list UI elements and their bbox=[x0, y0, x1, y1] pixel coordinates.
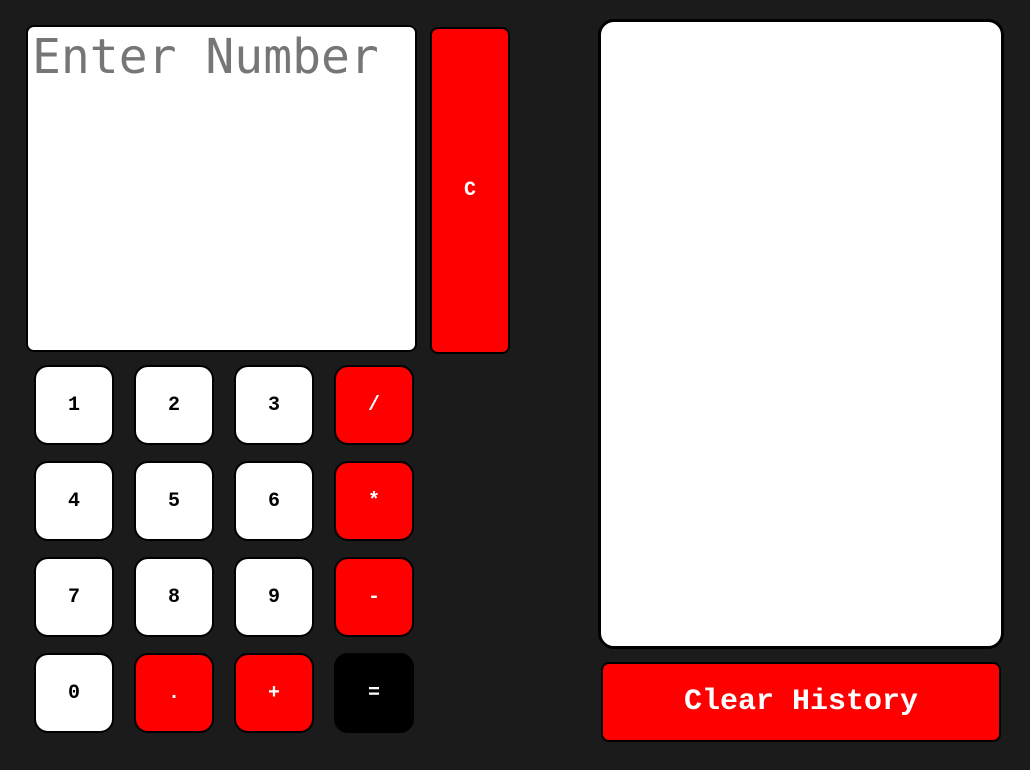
calculator-app: C 1 2 3 / 4 5 6 * 7 8 9 - 0 . + = Clear … bbox=[0, 0, 1030, 770]
key-7-button[interactable]: 7 bbox=[34, 557, 114, 637]
number-display-input[interactable] bbox=[26, 25, 417, 352]
key-5-button[interactable]: 5 bbox=[134, 461, 214, 541]
key-2-button[interactable]: 2 bbox=[134, 365, 214, 445]
clear-history-button[interactable]: Clear History bbox=[601, 662, 1001, 742]
key-9-button[interactable]: 9 bbox=[234, 557, 314, 637]
key-3-button[interactable]: 3 bbox=[234, 365, 314, 445]
key-0-button[interactable]: 0 bbox=[34, 653, 114, 733]
key-8-button[interactable]: 8 bbox=[134, 557, 214, 637]
key-1-button[interactable]: 1 bbox=[34, 365, 114, 445]
subtract-button[interactable]: - bbox=[334, 557, 414, 637]
history-panel[interactable] bbox=[598, 19, 1004, 649]
divide-button[interactable]: / bbox=[334, 365, 414, 445]
key-6-button[interactable]: 6 bbox=[234, 461, 314, 541]
decimal-point-button[interactable]: . bbox=[134, 653, 214, 733]
equals-button[interactable]: = bbox=[334, 653, 414, 733]
clear-button[interactable]: C bbox=[430, 27, 510, 354]
add-button[interactable]: + bbox=[234, 653, 314, 733]
keypad: 1 2 3 / 4 5 6 * 7 8 9 - 0 . + = bbox=[34, 365, 414, 733]
key-4-button[interactable]: 4 bbox=[34, 461, 114, 541]
multiply-button[interactable]: * bbox=[334, 461, 414, 541]
